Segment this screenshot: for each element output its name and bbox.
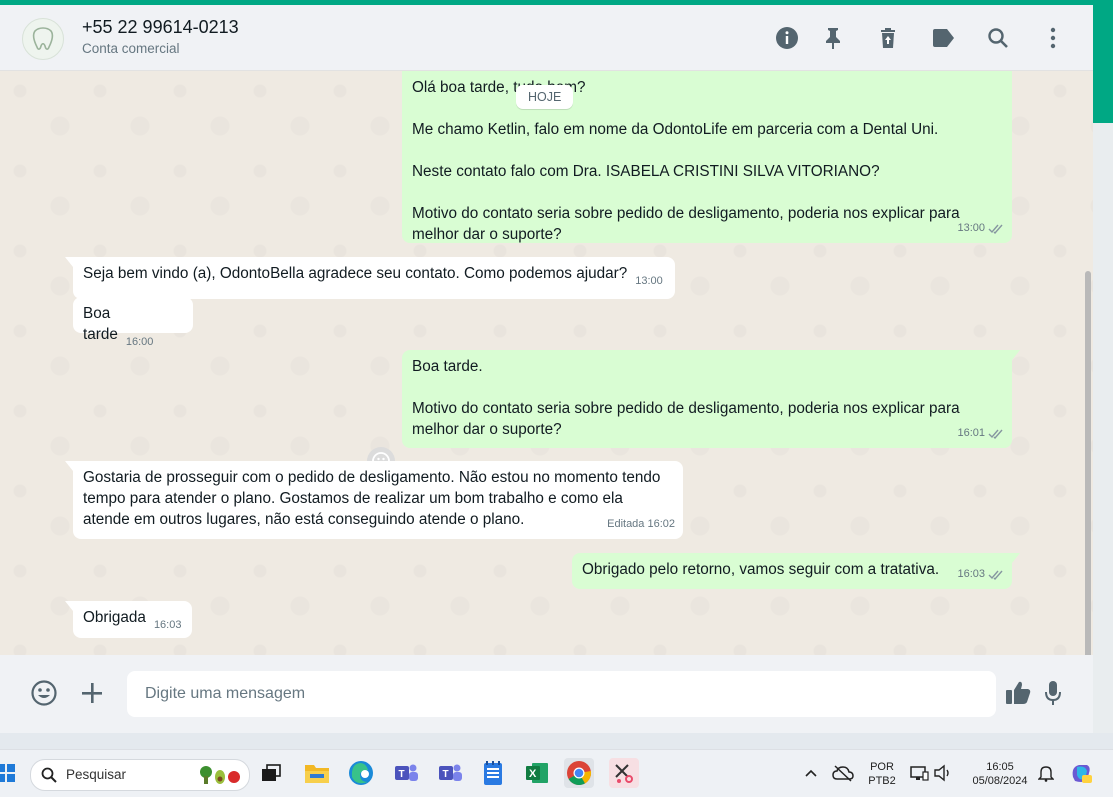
message-time: 16:00: [125, 336, 154, 348]
taskbar-search-label: Pesquisar: [66, 767, 127, 782]
contact-subtitle: Conta comercial: [82, 41, 180, 56]
contact-name[interactable]: +55 22 99614-0213: [82, 17, 239, 38]
message-bubble-outgoing[interactable]: Olá boa tarde, tudo bem? Me chamo Ketlin…: [402, 71, 1012, 243]
day-divider: HOJE: [516, 85, 574, 109]
window-accent-strip: [1093, 5, 1113, 123]
task-view-icon[interactable]: [256, 758, 286, 788]
message-meta: 13:00: [957, 218, 1004, 239]
message-text: Obrigada: [83, 609, 146, 626]
edge-browser-icon[interactable]: [346, 758, 376, 788]
message-text: Olá boa tarde, tudo bem? Me chamo Ketlin…: [412, 79, 960, 243]
menu-icon[interactable]: [1038, 23, 1068, 53]
svg-text:T: T: [399, 769, 405, 780]
language-code: POR: [870, 761, 894, 773]
message-time: 13:00: [957, 222, 985, 234]
message-time: Editada 16:02: [607, 518, 675, 530]
svg-text:X: X: [529, 768, 537, 780]
whatsapp-window: +55 22 99614-0213 Conta comercial Olá bo…: [0, 5, 1093, 733]
file-explorer-icon[interactable]: [302, 758, 332, 788]
emoji-icon[interactable]: [28, 677, 60, 709]
system-clock[interactable]: 16:05 05/08/2024: [962, 760, 1038, 788]
message-bubble-outgoing[interactable]: Boa tarde. Motivo do contato seria sobre…: [402, 350, 1020, 448]
chat-panel[interactable]: Olá boa tarde, tudo bem? Me chamo Ketlin…: [0, 71, 1093, 655]
windows-start-icon[interactable]: [0, 758, 18, 788]
double-check-icon: [988, 570, 1003, 580]
message-bubble-incoming[interactable]: Boa tarde 16:00: [73, 297, 193, 348]
message-meta: Editada 16:02: [607, 514, 675, 535]
message-bubble-outgoing[interactable]: Obrigado pelo retorno, vamos seguir com …: [572, 553, 1020, 589]
teams-work-icon[interactable]: T: [435, 758, 465, 788]
microphone-icon[interactable]: [1037, 677, 1069, 709]
message-bubble-incoming[interactable]: Seja bem vindo (a), OdontoBella agradece…: [65, 257, 675, 299]
message-bubble-incoming[interactable]: Gostaria de prosseguir com o pedido de d…: [65, 461, 683, 539]
tray-chevron-up-icon[interactable]: [800, 758, 822, 788]
label-icon[interactable]: [928, 23, 958, 53]
message-meta: 16:03: [957, 564, 1004, 585]
keyboard-layout: PTB2: [868, 775, 896, 787]
message-text: Gostaria de prosseguir com o pedido de d…: [83, 469, 665, 528]
chrome-icon[interactable]: [564, 758, 594, 788]
pin-icon[interactable]: [818, 23, 848, 53]
message-text: Obrigado pelo retorno, vamos seguir com …: [582, 561, 940, 578]
message-input[interactable]: [127, 671, 996, 717]
teams-icon[interactable]: T: [391, 758, 421, 788]
taskbar-search[interactable]: Pesquisar: [30, 759, 250, 791]
clock-time: 16:05: [986, 761, 1014, 773]
tooth-logo-icon: [32, 27, 54, 50]
snipping-tool-icon[interactable]: [609, 758, 639, 788]
chat-scrollbar[interactable]: [1085, 271, 1091, 655]
delete-icon[interactable]: [873, 23, 903, 53]
message-time: 16:03: [957, 568, 985, 580]
search-icon: [41, 767, 57, 783]
message-time: 16:03: [153, 619, 182, 631]
double-check-icon: [988, 429, 1003, 439]
search-icon[interactable]: [983, 23, 1013, 53]
notification-bell-icon[interactable]: [1034, 758, 1058, 788]
message-time: 16:01: [957, 427, 985, 439]
double-check-icon: [988, 224, 1003, 234]
message-time: 13:00: [635, 275, 663, 287]
chat-header[interactable]: +55 22 99614-0213 Conta comercial: [0, 5, 1093, 71]
notepad-icon[interactable]: [478, 758, 508, 788]
svg-text:T: T: [443, 769, 449, 780]
message-text: Seja bem vindo (a), OdontoBella agradece…: [83, 265, 628, 282]
message-meta: 16:01: [957, 423, 1004, 444]
volume-icon[interactable]: [930, 758, 956, 788]
vegetables-icon: [200, 766, 240, 784]
message-composer: [0, 655, 1093, 733]
cloud-offline-icon[interactable]: [830, 758, 856, 788]
attach-plus-icon[interactable]: [76, 677, 108, 709]
keyboard-language[interactable]: POR PTB2: [862, 760, 902, 788]
avatar[interactable]: [22, 18, 64, 60]
message-bubble-incoming[interactable]: Obrigada 16:03: [65, 601, 192, 638]
network-icon[interactable]: [906, 758, 932, 788]
message-text: Boa tarde: [83, 305, 118, 343]
copilot-icon[interactable]: [1066, 758, 1096, 788]
info-icon[interactable]: [772, 23, 802, 53]
thumbs-up-icon[interactable]: [1002, 677, 1034, 709]
excel-icon[interactable]: X: [522, 758, 552, 788]
message-text: Boa tarde. Motivo do contato seria sobre…: [412, 358, 960, 438]
clock-date: 05/08/2024: [972, 775, 1028, 787]
desktop-strip: [0, 733, 1113, 749]
windows-taskbar: Pesquisar T T X POR PTB2 16:05 05/08/202…: [0, 749, 1113, 797]
